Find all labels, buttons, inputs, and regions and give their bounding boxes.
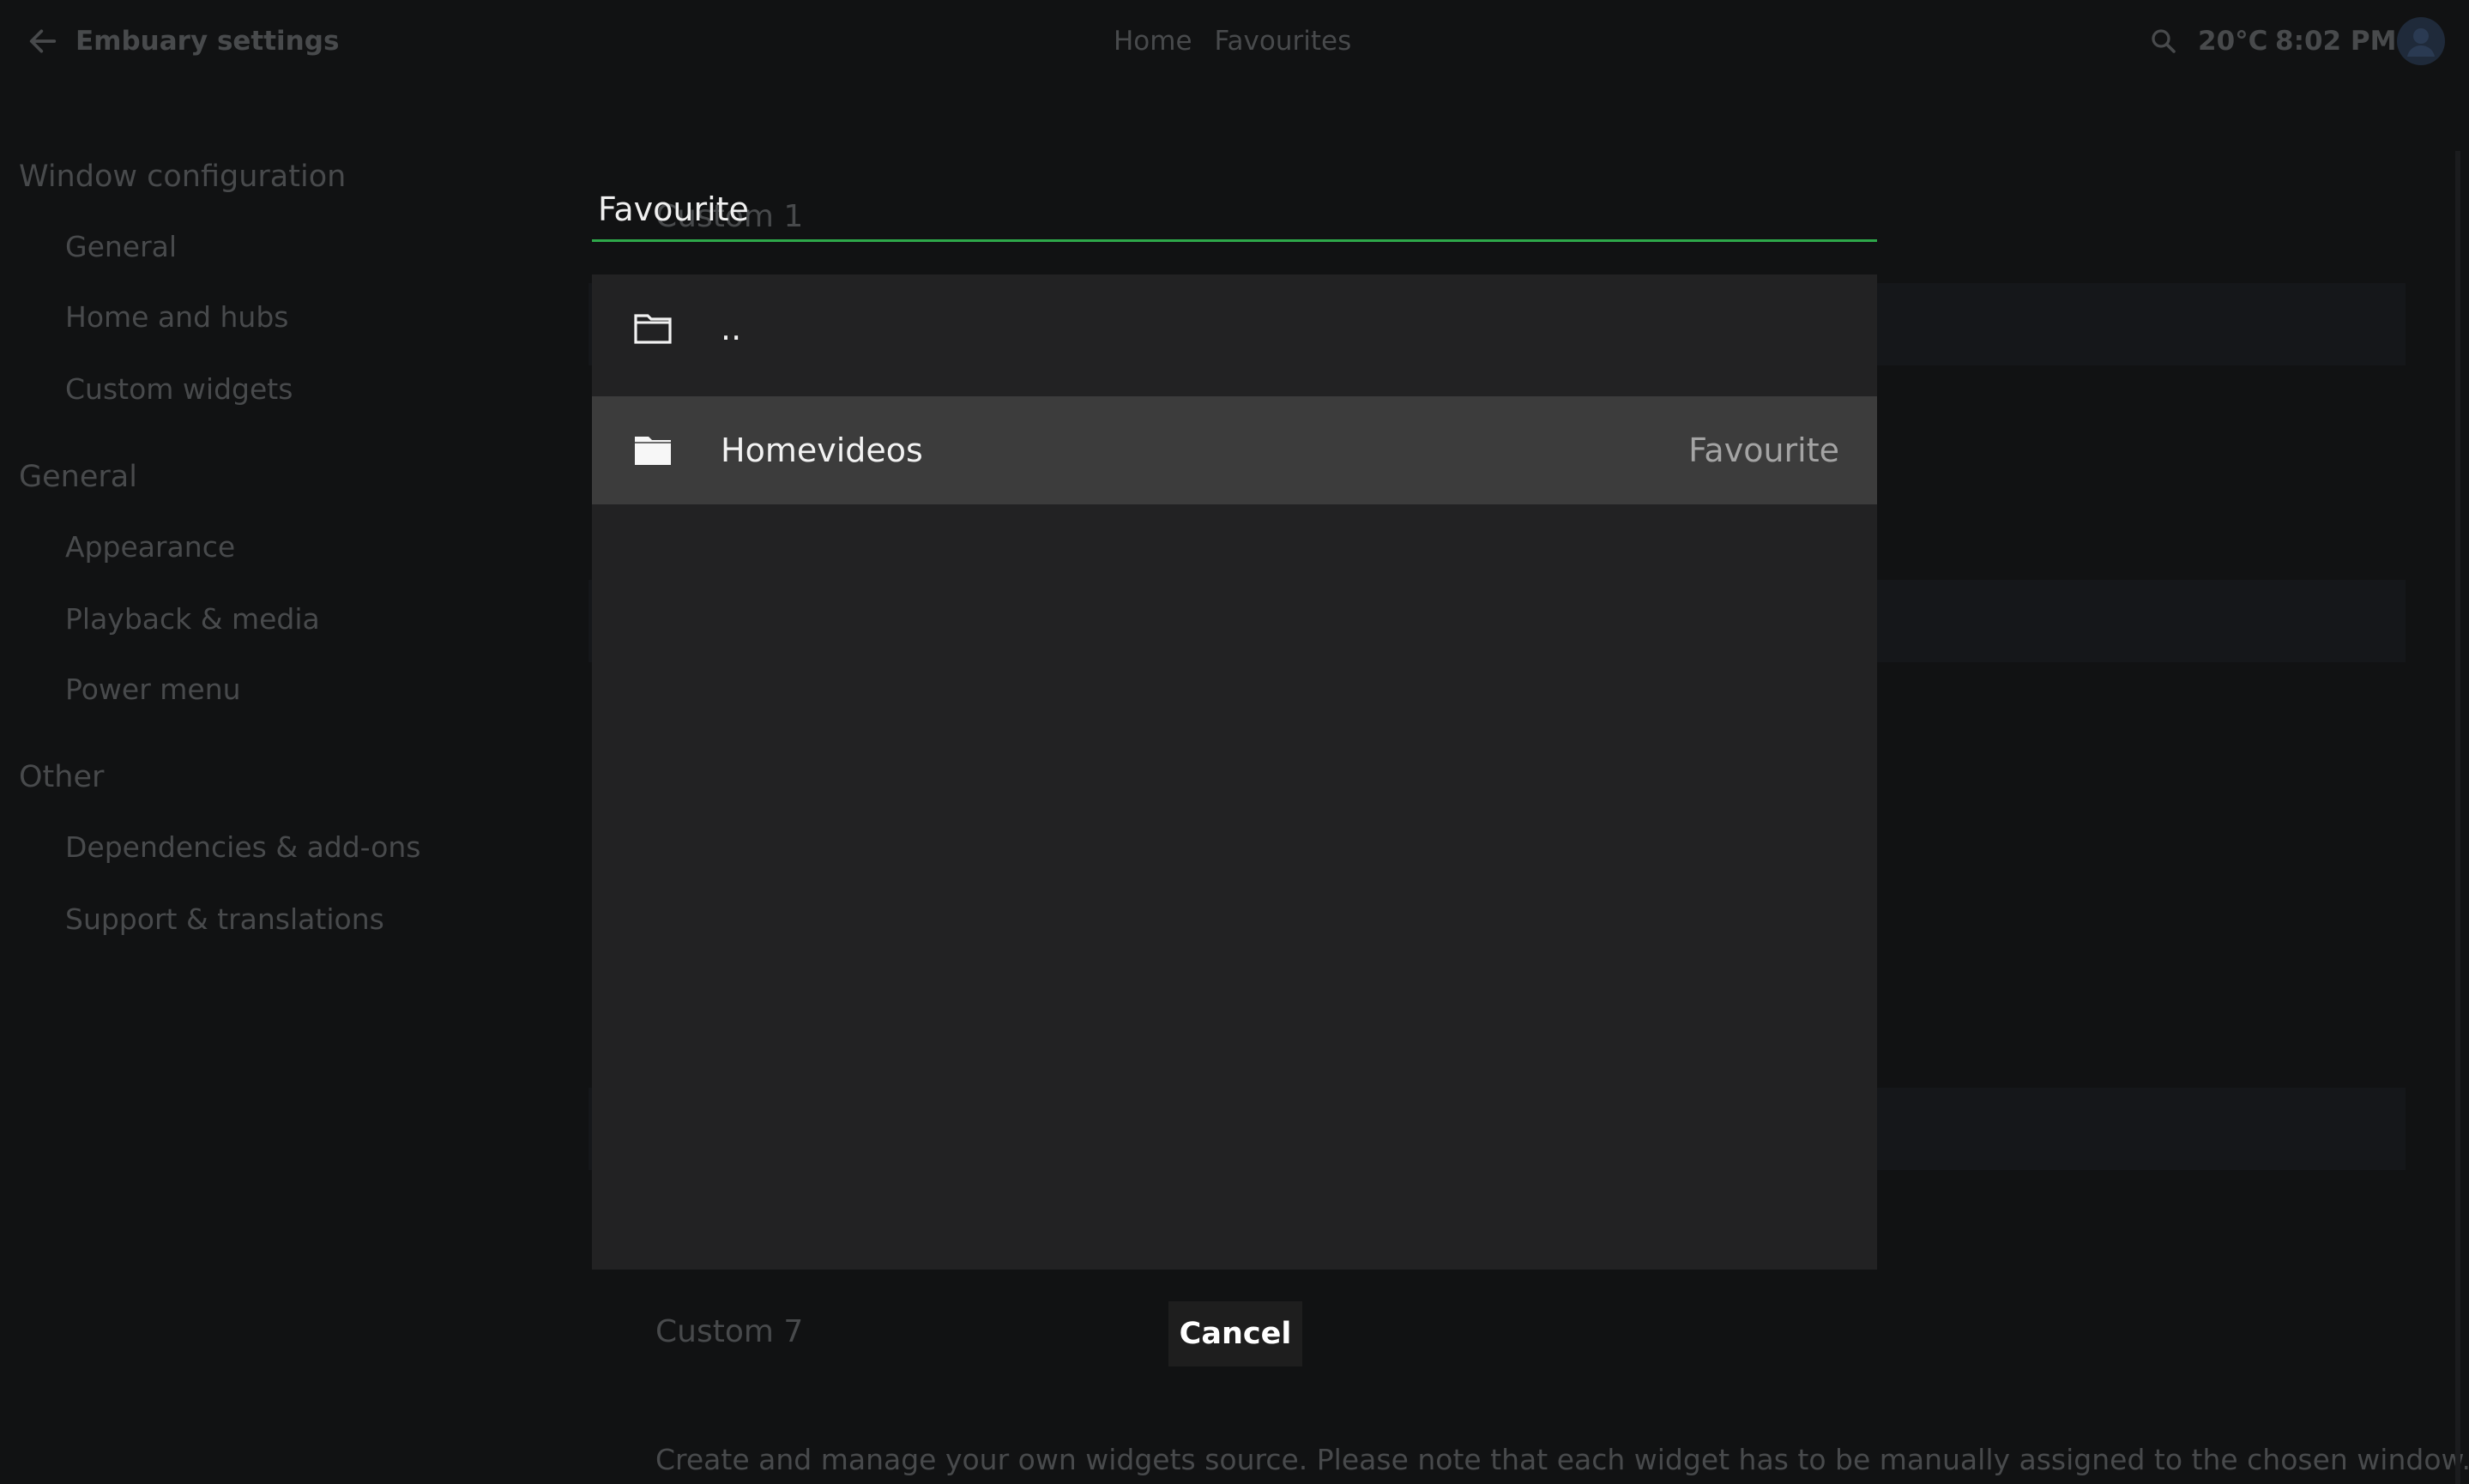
sidebar-item-support-translations[interactable]: Support & translations [65,901,384,938]
sidebar-item-dependencies-addons[interactable]: Dependencies & add-ons [65,829,421,866]
sidebar-item-home-and-hubs[interactable]: Home and hubs [65,299,289,336]
clock: 8:02 PM [2275,26,2397,57]
back-arrow-icon[interactable] [26,24,60,58]
row-label: .. [721,310,742,347]
search-icon[interactable] [2148,26,2179,57]
breadcrumb-favourites[interactable]: Favourites [1215,26,1352,57]
folder-icon [635,437,671,465]
weather-temperature: 20°C [2198,26,2268,57]
sidebar-item-appearance[interactable]: Appearance [65,528,235,566]
sidebar-item-playback-media[interactable]: Playback & media [65,600,320,638]
breadcrumb: Home Favourites [1114,24,1351,58]
parent-folder-row[interactable]: .. [592,274,1877,383]
sidebar-item-custom-widgets[interactable]: Custom widgets [65,371,293,408]
app-window: Embuary settings Home Favourites 20°C 8:0… [0,0,2469,1484]
sidebar-item-general[interactable]: General [65,228,177,266]
sidebar-section-general: General [19,460,137,494]
breadcrumb-home[interactable]: Home [1114,26,1192,57]
user-icon [2407,28,2435,57]
row-value: Favourite [1688,431,1839,469]
sidebar-section-other: Other [19,760,105,794]
widgets-description: Create and manage your own widgets sourc… [655,1443,2469,1476]
sidebar-item-power-menu[interactable]: Power menu [65,671,241,709]
row-label: Homevideos [721,431,923,469]
cancel-button[interactable]: Cancel [1168,1301,1302,1366]
widget-item-custom-7[interactable]: Custom 7 [655,1314,803,1349]
file-browser-list: .. Homevideos Favourite [592,274,1877,1270]
sidebar-section-window-configuration: Window configuration [19,160,347,194]
dialog-title-underline [592,239,1877,242]
app-title: Embuary settings [75,26,340,57]
scrollbar[interactable] [2455,151,2460,1484]
dialog-title: Favourite [598,190,749,228]
folder-outline-icon [634,314,672,344]
top-bar: Embuary settings Home Favourites 20°C 8:0… [0,0,2469,82]
folder-row-homevideos[interactable]: Homevideos Favourite [592,396,1877,504]
profile-avatar[interactable] [2397,17,2445,65]
